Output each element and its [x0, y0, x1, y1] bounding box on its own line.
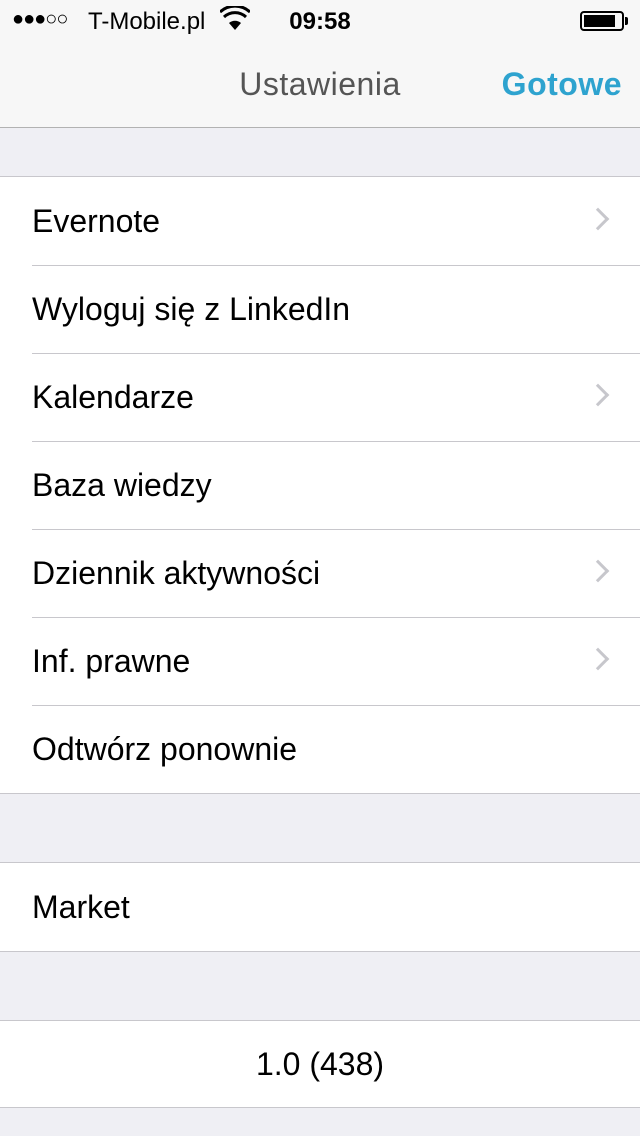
market-label: Market — [32, 888, 130, 925]
done-button[interactable]: Gotowe — [502, 66, 622, 103]
settings-item-legal[interactable]: Inf. prawne — [0, 617, 640, 705]
version-label: 1.0 (438) — [255, 1045, 385, 1082]
version-info: 1.0 (438) — [0, 1021, 640, 1107]
settings-item-calendars[interactable]: Kalendarze — [0, 353, 640, 441]
chevron-right-icon — [586, 647, 610, 671]
market-group: Market — [0, 862, 640, 952]
settings-list: Evernote Wyloguj się z LinkedIn Kalendar… — [0, 176, 640, 794]
settings-item-label: Odtwórz ponownie — [32, 730, 298, 767]
settings-item-label: Dziennik aktywności — [32, 554, 321, 591]
settings-item-label: Wyloguj się z LinkedIn — [32, 290, 351, 327]
battery-fill — [584, 15, 615, 27]
settings-item-label: Evernote — [32, 202, 161, 239]
settings-item-label: Kalendarze — [32, 378, 194, 415]
chevron-right-icon — [586, 207, 610, 231]
settings-item-knowledge-base[interactable]: Baza wiedzy — [0, 441, 640, 529]
settings-item-label: Inf. prawne — [32, 642, 191, 679]
chevron-right-icon — [586, 383, 610, 407]
chevron-right-icon — [586, 559, 610, 583]
status-time: 09:58 — [289, 8, 351, 35]
header: ●●●○○ T-Mobile.pl 09:58 Ustawienia Gotow… — [0, 0, 640, 128]
settings-item-logout-linkedin[interactable]: Wyloguj się z LinkedIn — [0, 265, 640, 353]
settings-item-activity-log[interactable]: Dziennik aktywności — [0, 529, 640, 617]
market-item[interactable]: Market — [0, 863, 640, 951]
settings-item-label: Baza wiedzy — [32, 466, 212, 503]
battery-icon — [580, 11, 624, 31]
version-group: 1.0 (438) — [0, 1020, 640, 1108]
settings-item-evernote[interactable]: Evernote — [0, 177, 640, 265]
status-bar: ●●●○○ T-Mobile.pl 09:58 — [0, 0, 640, 40]
settings-item-replay[interactable]: Odtwórz ponownie — [0, 705, 640, 793]
battery-tip — [625, 17, 628, 25]
